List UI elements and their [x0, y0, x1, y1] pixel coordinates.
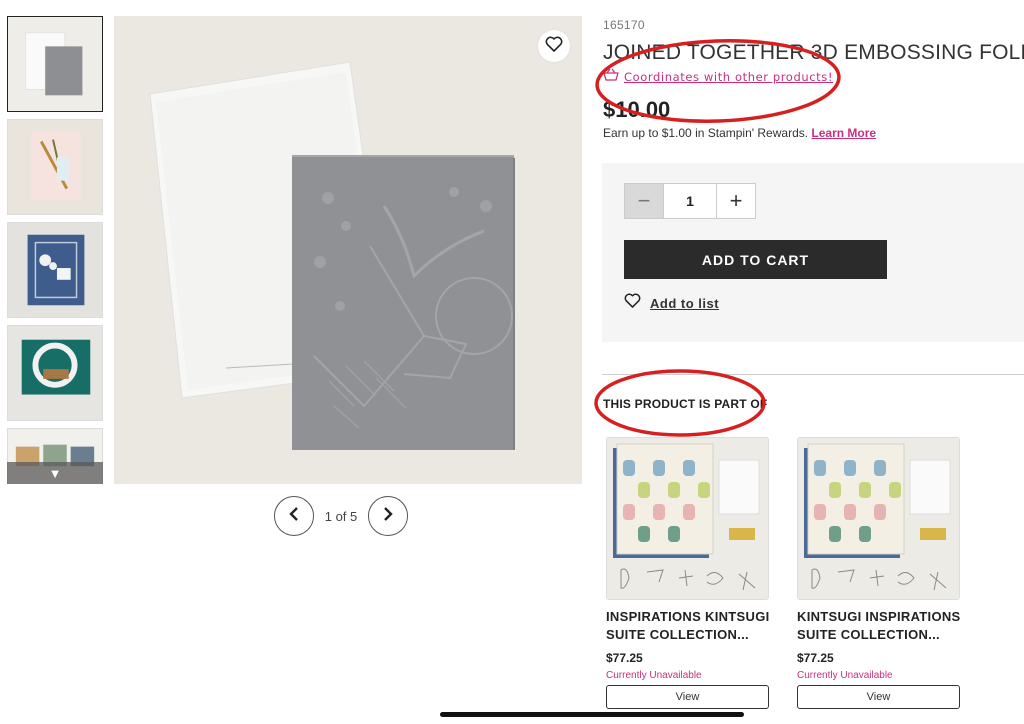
related-product-card: KINTSUGI INSPIRATIONS SUITE COLLECTION..…	[797, 437, 961, 709]
main-product-image	[114, 16, 582, 484]
related-product-image[interactable]	[797, 437, 960, 600]
view-button[interactable]: View	[797, 685, 960, 709]
thumb-kintsugi-card-vase[interactable]	[7, 119, 103, 215]
product-sku: 165170	[603, 18, 645, 32]
coordinates-link-text[interactable]: Coordinates with other products!	[624, 70, 833, 84]
heart-icon	[545, 36, 563, 57]
related-product-name[interactable]: INSPIRATIONS KINTSUGI SUITE COLLECTION..…	[606, 608, 772, 646]
product-title: JOINED TOGETHER 3D EMBOSSING FOLDER	[603, 41, 1024, 64]
section-divider	[602, 374, 1024, 375]
chevron-left-icon	[289, 506, 299, 526]
home-indicator	[440, 712, 744, 717]
add-to-cart-button[interactable]: ADD TO CART	[624, 240, 887, 279]
heart-outline-icon	[624, 293, 641, 313]
basket-icon	[603, 68, 619, 86]
thumb-blue-card-blossoms[interactable]	[7, 222, 103, 318]
related-product-name[interactable]: KINTSUGI INSPIRATIONS SUITE COLLECTION..…	[797, 608, 963, 646]
thumb-embossing-folder[interactable]	[7, 16, 103, 112]
add-to-list-button[interactable]: Add to list	[624, 293, 719, 313]
favorite-button[interactable]	[538, 30, 570, 62]
increase-quantity-button[interactable]: +	[716, 183, 756, 219]
pager-count: 1 of 5	[324, 508, 358, 524]
thumbnail-scroll-down-button[interactable]: ▼	[7, 462, 103, 484]
related-product-card: INSPIRATIONS KINTSUGI SUITE COLLECTION..…	[606, 437, 770, 709]
product-price: $10.00	[603, 97, 671, 122]
triangle-down-icon: ▼	[48, 465, 62, 481]
quantity-stepper: − +	[624, 183, 756, 219]
coordinates-link[interactable]: Coordinates with other products!	[603, 68, 833, 86]
related-product-price: $77.25	[606, 651, 643, 665]
next-image-button[interactable]	[368, 496, 408, 536]
related-product-price: $77.25	[797, 651, 834, 665]
purchase-panel: − + ADD TO CART Add to list	[602, 163, 1024, 342]
image-pager: 1 of 5	[274, 496, 408, 536]
related-product-image[interactable]	[606, 437, 769, 600]
view-button[interactable]: View	[606, 685, 769, 709]
part-of-heading: THIS PRODUCT IS PART OF	[603, 397, 768, 411]
rewards-text: Earn up to $1.00 in Stampin' Rewards.	[603, 126, 809, 140]
thumbnail-strip: ▼	[7, 16, 104, 484]
add-to-list-label: Add to list	[650, 295, 720, 311]
decrease-quantity-button[interactable]: −	[624, 183, 664, 219]
thumb-wreath-card[interactable]	[7, 325, 103, 421]
rewards-info: Earn up to $1.00 in Stampin' Rewards. Le…	[603, 126, 876, 140]
related-product-status: Currently Unavailable	[606, 670, 702, 681]
previous-image-button[interactable]	[274, 496, 314, 536]
related-product-status: Currently Unavailable	[797, 670, 893, 681]
chevron-right-icon	[383, 506, 393, 526]
quantity-input[interactable]	[664, 183, 716, 219]
learn-more-link[interactable]: Learn More	[811, 126, 876, 140]
